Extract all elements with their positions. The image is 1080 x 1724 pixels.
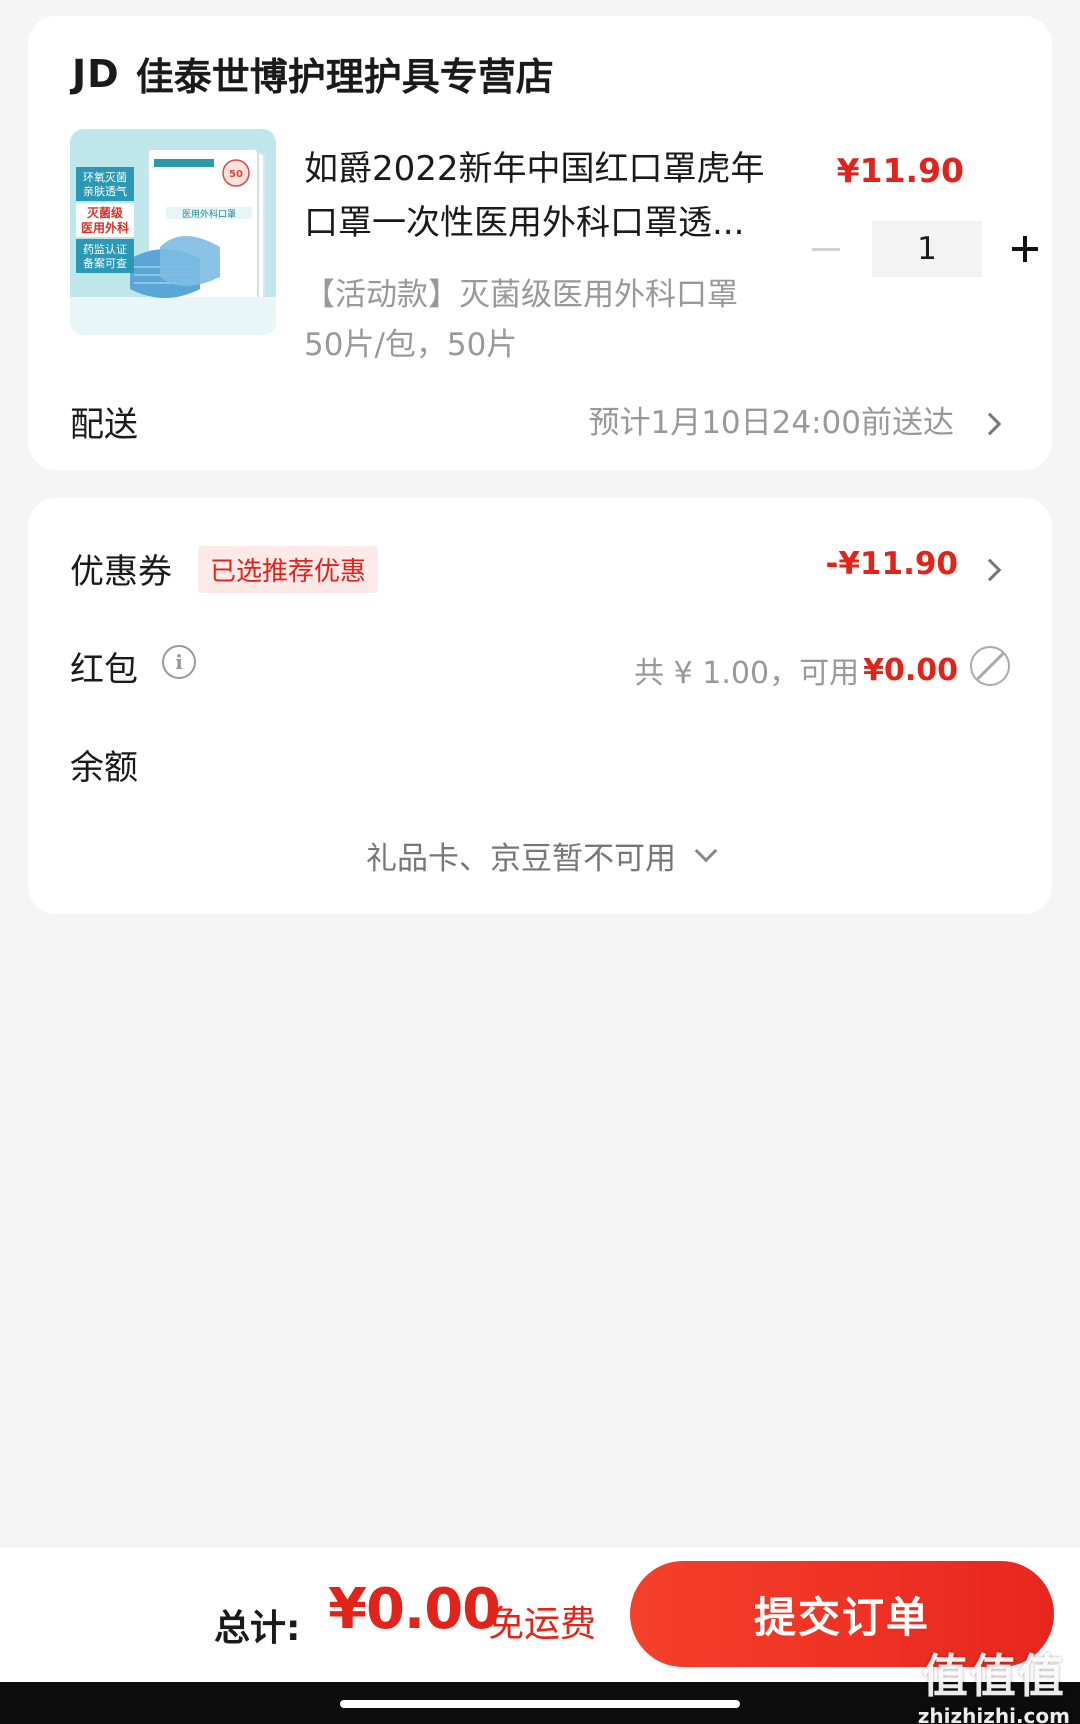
jd-logo: JD [72, 51, 120, 96]
svg-text:医用外科口罩: 医用外科口罩 [182, 208, 236, 220]
product-spec: 【活动款】灭菌级医用外科口罩 50片/包，50片 [304, 277, 738, 363]
svg-text:灭菌级: 灭菌级 [86, 205, 123, 220]
shop-name: 佳泰世博护理护具专营店 [135, 55, 554, 99]
decrease-quantity-button[interactable] [798, 221, 854, 277]
delivery-estimate[interactable]: 预计1月10日24:00前送达 [588, 397, 954, 442]
product-price: ¥11.90 [836, 151, 964, 190]
svg-text:备案可查: 备案可查 [83, 256, 127, 270]
redpacket-label: 红包 [70, 650, 138, 690]
redpacket-total: 共 ¥ 1.00，可用 [634, 656, 860, 691]
svg-text:50: 50 [229, 169, 243, 180]
redpacket-value: 共 ¥ 1.00，可用 ¥0.00 [634, 648, 958, 692]
total-label: 总计: [214, 1608, 301, 1649]
svg-text:环氧灭菌: 环氧灭菌 [83, 170, 127, 184]
disabled-icon[interactable] [970, 646, 1010, 686]
coupon-badge: 已选推荐优惠 [198, 546, 379, 593]
watermark-logo: 值值值 [921, 1649, 1066, 1703]
svg-text:亲肤透气: 亲肤透气 [83, 184, 127, 198]
order-item-card: JD 佳泰世博护理护具专营店 医用外科口罩 50 环氧灭菌 亲肤透气 灭菌级 医… [28, 16, 1052, 470]
watermark: 值值值 zhizhizhi.com [918, 1640, 1070, 1724]
quantity-stepper: 1 [798, 221, 1052, 277]
unavailable-text: 礼品卡、京豆暂不可用 [366, 841, 676, 877]
product-image[interactable]: 医用外科口罩 50 环氧灭菌 亲肤透气 灭菌级 医用外科 药监认证 备案可查 [70, 129, 276, 335]
discount-card: 优惠券 已选推荐优惠 -¥11.90 红包 i 共 ¥ 1.00，可用 ¥0.0… [28, 498, 1052, 914]
delivery-label: 配送 [70, 405, 138, 445]
watermark-url: zhizhizhi.com [917, 1704, 1070, 1724]
redpacket-available: ¥0.00 [863, 652, 958, 688]
shipping-label: 免运费 [488, 1604, 597, 1645]
chevron-right-icon[interactable] [978, 412, 1002, 436]
info-icon[interactable]: i [162, 645, 196, 679]
chevron-right-icon[interactable] [978, 558, 1002, 582]
chevron-down-icon [694, 839, 718, 862]
product-title[interactable]: 如爵2022新年中国红口罩虎年口罩一次性医用外科口罩透... [304, 142, 784, 250]
home-indicator[interactable] [340, 1700, 740, 1708]
coupon-value[interactable]: -¥11.90 [826, 546, 959, 582]
increase-quantity-button[interactable] [996, 221, 1052, 277]
coupon-label: 优惠券 [70, 552, 172, 592]
svg-text:医用外科: 医用外科 [81, 220, 129, 235]
quantity-value[interactable]: 1 [872, 221, 982, 277]
total-value: ¥0.00 [328, 1577, 501, 1642]
shop-header[interactable]: JD 佳泰世博护理护具专营店 [72, 46, 554, 101]
unavailable-toggle[interactable]: 礼品卡、京豆暂不可用 [28, 833, 1052, 878]
svg-text:药监认证: 药监认证 [83, 243, 127, 256]
mask-package-icon: 医用外科口罩 50 环氧灭菌 亲肤透气 灭菌级 医用外科 药监认证 备案可查 [70, 129, 276, 335]
balance-label: 余额 [70, 748, 138, 788]
